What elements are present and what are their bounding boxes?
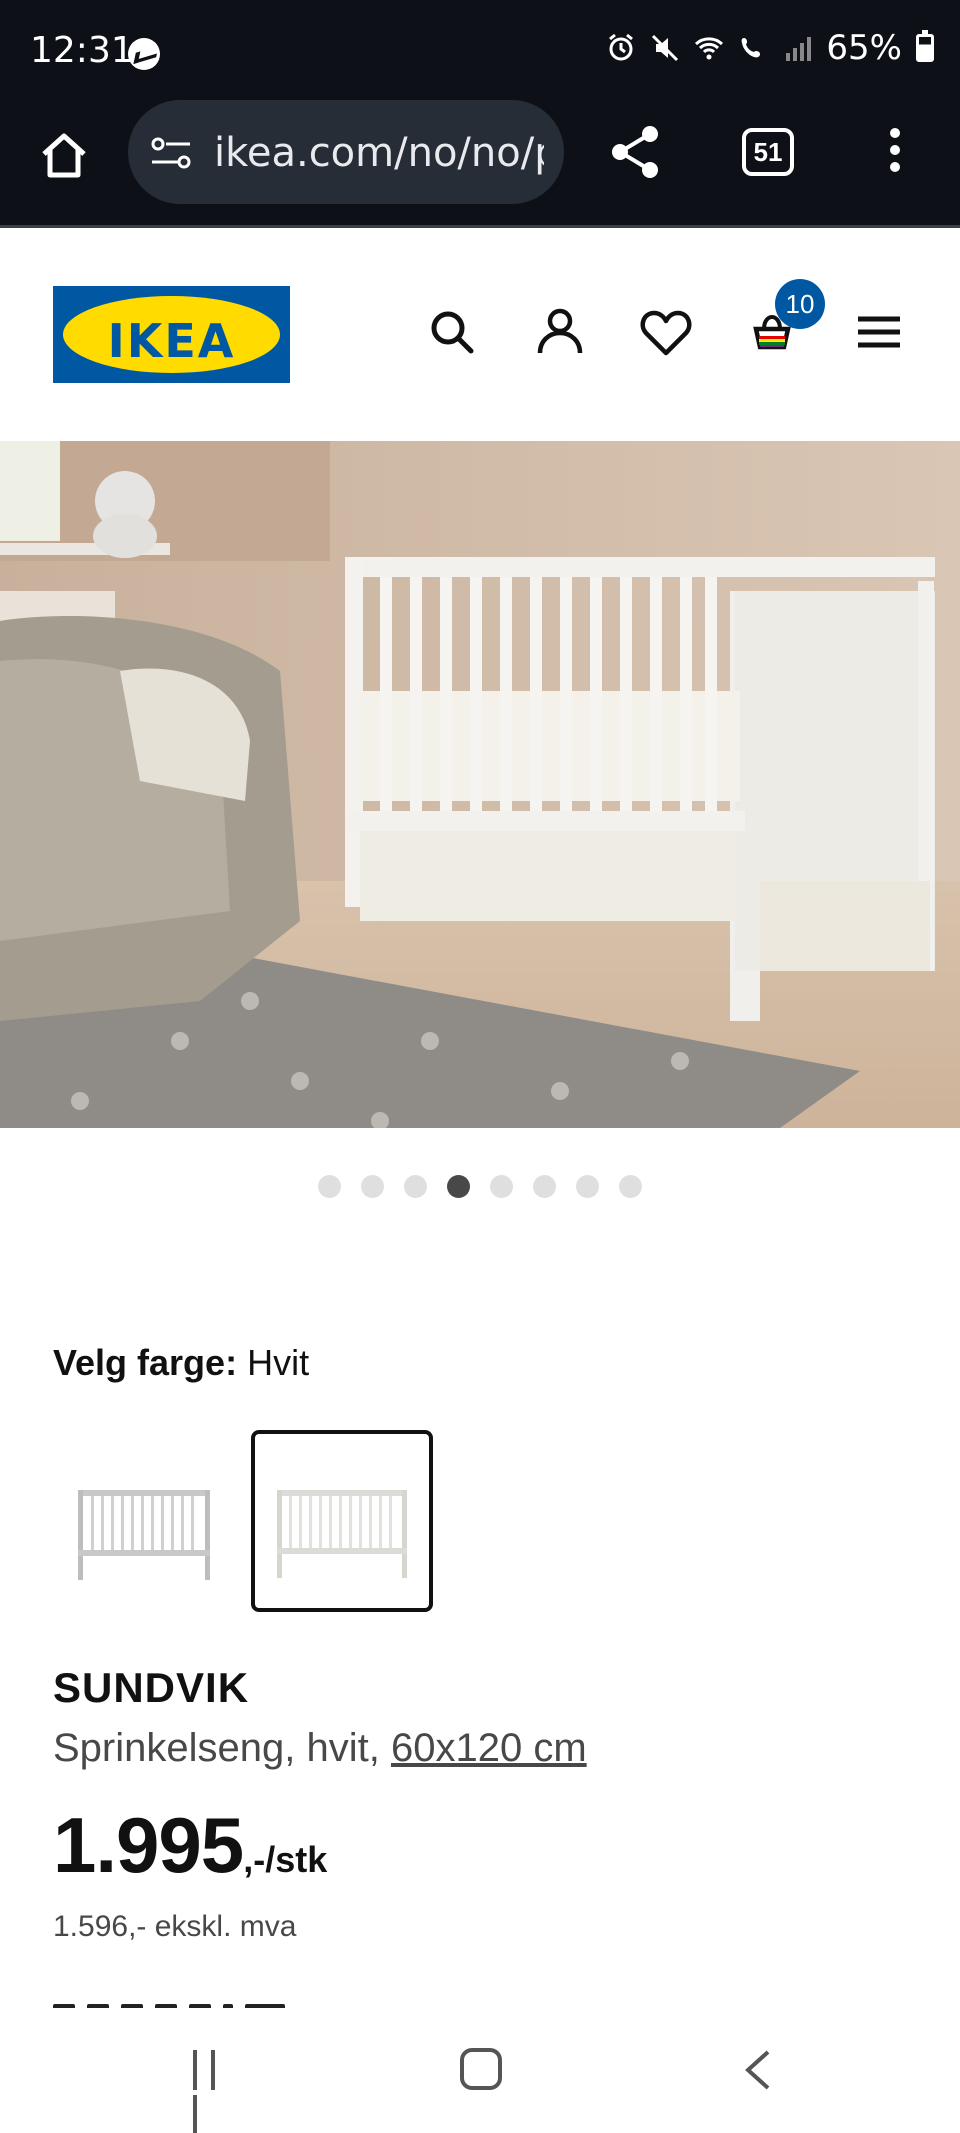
product-description: Sprinkelseng, hvit, 60x120 cm [53, 1726, 587, 1771]
recent-apps-icon[interactable] [193, 2050, 237, 2133]
more-options-icon[interactable] [880, 124, 910, 184]
browser-toolbar: ikea.com/no/no/p... 51 [0, 100, 960, 228]
carousel-dot[interactable] [619, 1175, 642, 1198]
battery-icon [916, 30, 934, 62]
url-text: ikea.com/no/no/p... [214, 130, 544, 176]
carousel-dot[interactable] [404, 1175, 427, 1198]
carousel-dot[interactable] [490, 1175, 513, 1198]
color-label-title: Velg farge: [53, 1342, 238, 1383]
carousel-dot[interactable] [447, 1175, 470, 1198]
color-swatch-selected[interactable] [251, 1430, 433, 1612]
account-icon[interactable] [530, 303, 590, 363]
product-name: SUNDVIK [53, 1664, 250, 1711]
system-nav-bar [0, 2008, 960, 2133]
price-excl-vat: 1.596,- ekskl. mva [53, 1910, 297, 1943]
site-settings-icon[interactable] [150, 136, 194, 170]
share-icon[interactable] [606, 122, 666, 182]
carousel-dot[interactable] [533, 1175, 556, 1198]
back-icon[interactable] [738, 2048, 778, 2092]
ikea-logo[interactable]: IKEA [53, 286, 290, 383]
price-value: 1.995 [53, 1801, 244, 1889]
status-icons: 65% [606, 28, 934, 68]
status-bar: 12:31 65% [0, 0, 960, 100]
search-icon[interactable] [423, 303, 483, 363]
cart-count-badge: 10 [775, 279, 825, 329]
price-suffix: ,-/stk [243, 1839, 328, 1880]
wifi-calling-icon [742, 38, 761, 58]
carousel-dots [0, 1175, 960, 1199]
product-size-link[interactable]: 60x120 cm [391, 1726, 587, 1770]
carousel-dot[interactable] [576, 1175, 599, 1198]
crib-thumbnail [78, 1490, 210, 1580]
site-header: IKEA 10 [0, 231, 960, 441]
color-value: Hvit [247, 1342, 310, 1383]
home-icon[interactable] [36, 128, 92, 184]
product-price: 1.995,-/stk [53, 1800, 327, 1891]
color-swatch-option[interactable] [53, 1430, 235, 1612]
color-label: Velg farge: Hvit [53, 1342, 309, 1384]
messenger-icon [128, 38, 160, 70]
logo-text: IKEA [107, 314, 236, 368]
menu-icon[interactable] [850, 303, 910, 363]
signal-icon [786, 37, 812, 61]
home-nav-icon[interactable] [460, 2048, 502, 2090]
alarm-icon [609, 33, 634, 61]
address-bar[interactable]: ikea.com/no/no/p... [128, 100, 564, 204]
wifi-icon [695, 37, 724, 60]
product-image[interactable] [0, 441, 960, 1128]
battery-percent: 65% [826, 28, 902, 68]
crib-room-photo [0, 441, 960, 1128]
crib-thumbnail [277, 1490, 407, 1578]
carousel-dot[interactable] [361, 1175, 384, 1198]
heart-icon[interactable] [636, 303, 696, 363]
status-time: 12:31 [30, 30, 134, 71]
product-description-text: Sprinkelseng, hvit, [53, 1726, 380, 1770]
carousel-dot[interactable] [318, 1175, 341, 1198]
mute-icon [652, 34, 679, 62]
tab-switcher-button[interactable]: 51 [742, 128, 794, 176]
